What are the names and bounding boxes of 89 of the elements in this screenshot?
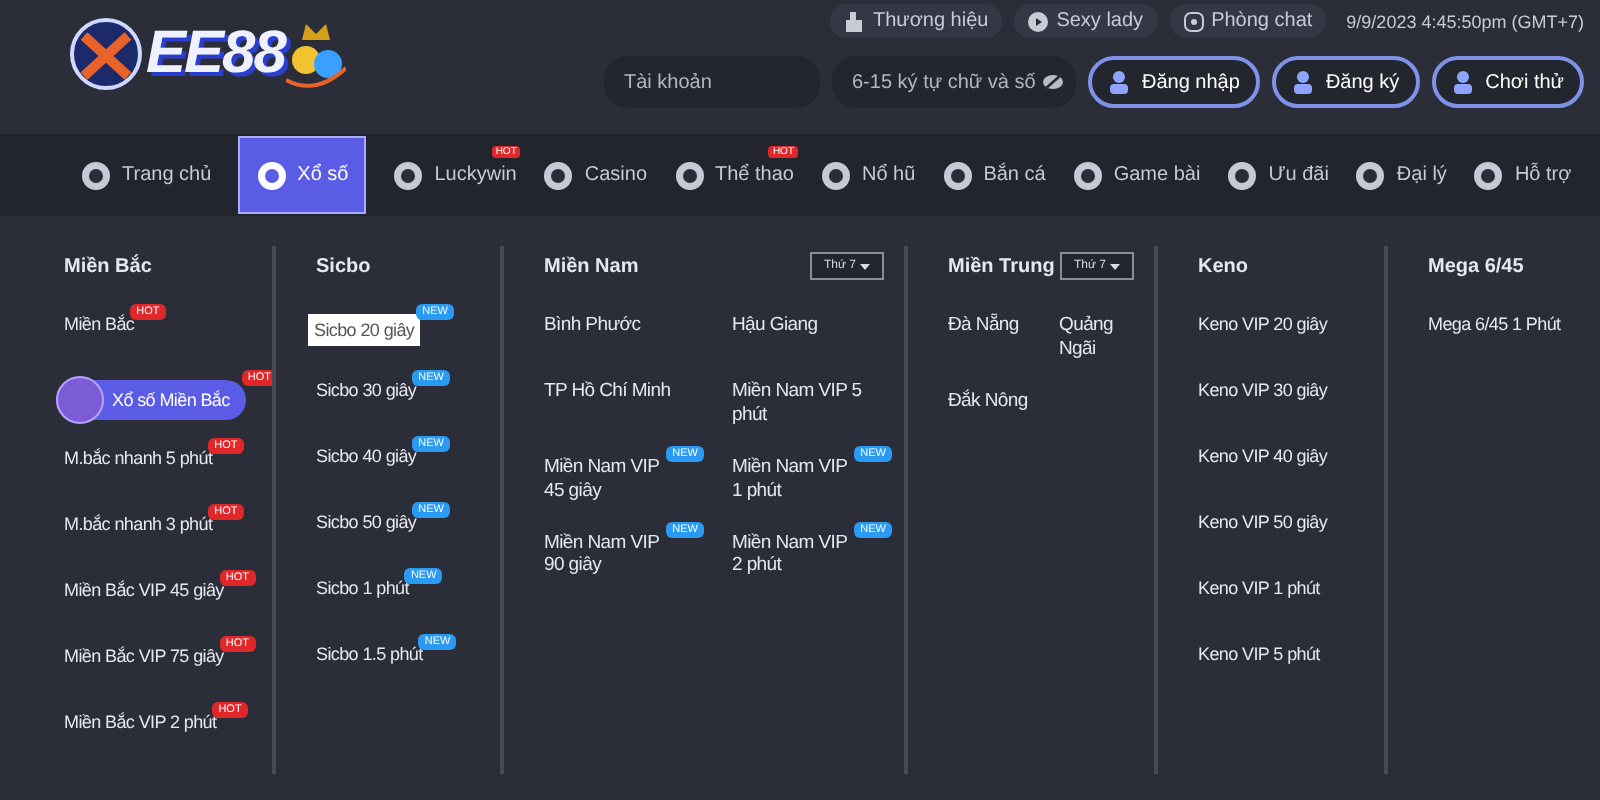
menu-item[interactable]: Sicbo 20 giây [308, 314, 421, 346]
category-icon [1226, 159, 1259, 191]
menu-item[interactable]: Xổ số Miền Bắc [56, 380, 246, 420]
column-title: Sicbo [316, 255, 371, 277]
eye-hidden-icon [1042, 72, 1064, 92]
user-icon [1108, 70, 1130, 94]
category-icon [255, 159, 288, 191]
menu-item[interactable]: Hậu Giang [732, 314, 818, 338]
nav-tab[interactable]: Bắn cá [941, 136, 1046, 214]
menu-item[interactable]: Bình Phước [544, 314, 641, 338]
menu-item[interactable]: Miền Nam VIP 90 giây [544, 531, 671, 579]
nav-tab[interactable]: Xổ số [237, 136, 367, 214]
category-icon [1354, 159, 1387, 191]
username-field[interactable]: Tài khoản [604, 56, 820, 108]
menu-item[interactable]: Đà Nẵng [948, 314, 1019, 338]
menu-item[interactable]: M.bắc nhanh 3 phút [64, 514, 213, 537]
nav-label: Thể thao [715, 164, 794, 186]
category-icon [820, 159, 852, 191]
menu-item[interactable]: Miền Nam VIP 2 phút [732, 531, 859, 579]
column-title: Miền Bắc [64, 255, 152, 277]
category-icon [1472, 159, 1505, 191]
mascot-icon [68, 16, 144, 92]
column-title: Miền Trung [948, 255, 1055, 277]
menu-item[interactable]: Quảng Ngãi [1059, 314, 1142, 362]
menu-item[interactable]: Miền Nam VIP 5 phút [732, 380, 880, 428]
menu-item[interactable]: Keno VIP 1 phút [1198, 578, 1320, 601]
nav-label: Ưu đãi [1268, 164, 1329, 186]
nav-tab[interactable]: Game bài [1071, 136, 1201, 214]
top-link[interactable]: Sexy lady [1014, 4, 1158, 38]
menu-item[interactable]: Mega 6/45 1 Phút [1428, 314, 1561, 337]
nav-label: Xổ số [297, 164, 349, 186]
column-title: Mega 6/45 [1428, 255, 1524, 277]
nav-label: Bắn cá [983, 164, 1046, 186]
menu-item[interactable]: Sicbo 1 phút [316, 578, 409, 601]
menu-item[interactable]: Miền Bắc [64, 314, 135, 337]
menu-item[interactable]: Đắk Nông [948, 389, 1028, 414]
category-icon [80, 159, 112, 191]
menu-item[interactable]: Keno VIP 50 giây [1198, 512, 1328, 535]
nav-label: Luckywin [434, 164, 517, 186]
avatar-icon [56, 376, 104, 424]
menu-item[interactable]: Miền Bắc VIP 45 giây [64, 580, 224, 603]
play-icon [1028, 11, 1049, 31]
nav-tab[interactable]: Hỗ trợ [1472, 136, 1572, 214]
login-button[interactable]: Đăng nhập [1088, 56, 1260, 108]
menu-item[interactable]: Keno VIP 30 giây [1198, 380, 1328, 403]
category-icon [542, 159, 575, 191]
menu-item[interactable]: Keno VIP 40 giây [1198, 446, 1328, 469]
menu-item[interactable]: Keno VIP 20 giây [1198, 314, 1328, 337]
logo-text: EE88 [146, 20, 285, 88]
register-button[interactable]: Đăng ký [1271, 56, 1420, 108]
nav-label: Casino [584, 164, 648, 186]
menu-item[interactable]: M.bắc nhanh 5 phút [64, 448, 213, 471]
menu-item[interactable]: Miền Nam VIP 1 phút [732, 455, 859, 503]
menu-item[interactable]: Miền Bắc VIP 75 giây [64, 646, 224, 669]
nav-label: Trang chủ [122, 164, 212, 186]
logo[interactable]: EE88 [68, 8, 347, 100]
category-icon [1071, 159, 1104, 191]
lottery-balls-icon [286, 20, 347, 88]
nav-tab[interactable]: Ưu đãi [1226, 136, 1329, 214]
menu-item[interactable]: Sicbo 50 giây [316, 512, 417, 535]
nav-label: Đại lý [1396, 164, 1447, 186]
thumbs-up-icon [844, 11, 865, 31]
trial-button[interactable]: Chơi thử [1431, 56, 1584, 108]
nav-tab[interactable]: Đại lý [1354, 136, 1447, 214]
nav-tab[interactable]: Casino [542, 136, 648, 214]
nav-tab[interactable]: Trang chủ [80, 136, 212, 214]
chat-icon [1183, 11, 1204, 31]
caret-icon [860, 263, 870, 269]
menu-item[interactable]: Sicbo 30 giây [316, 380, 417, 403]
menu-item[interactable]: TP Hồ Chí Minh [544, 380, 671, 404]
menu-item[interactable]: Miền Nam VIP 45 giây [544, 455, 671, 503]
category-icon [392, 159, 425, 191]
nav-tab[interactable]: Nổ hũ [820, 136, 916, 214]
menu-item[interactable]: Keno VIP 5 phút [1198, 644, 1320, 667]
caret-icon [1110, 263, 1120, 269]
top-link[interactable]: Thương hiệu [830, 4, 1003, 38]
datetime: 9/9/2023 4:45:50pm (GMT+7) [1346, 11, 1584, 31]
menu-item[interactable]: Sicbo 1.5 phút [316, 644, 423, 667]
top-link[interactable]: Phòng chat [1169, 4, 1327, 38]
nav-label: Nổ hũ [862, 164, 916, 186]
category-icon [941, 159, 974, 191]
category-icon [673, 159, 706, 191]
menu-item[interactable]: Miền Bắc VIP 2 phút [64, 712, 217, 735]
column-title: Keno [1198, 255, 1248, 277]
column-title: Miền Nam [544, 255, 639, 277]
nav-label: Hỗ trợ [1514, 164, 1572, 186]
password-field[interactable]: 6-15 ký tự chữ và số [832, 56, 1076, 108]
nav-label: Game bài [1113, 164, 1201, 186]
menu-item[interactable]: Sicbo 40 giây [316, 446, 417, 469]
